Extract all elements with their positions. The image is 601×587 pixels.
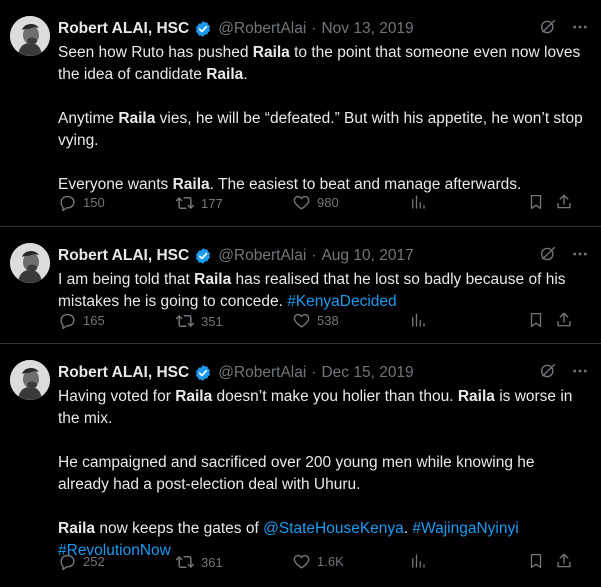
verified-badge-icon <box>194 364 212 382</box>
text-segment: . The easiest to beat and manage afterwa… <box>209 176 522 193</box>
retweet-button[interactable]: 351 <box>175 311 223 331</box>
tweet-date[interactable]: Dec 15, 2019 <box>321 364 413 382</box>
text-segment: I am being told that <box>58 271 195 288</box>
author-name[interactable]: Robert ALAI, HSC <box>58 364 189 382</box>
tweet-text: Having voted for Raila doesn’t make you … <box>58 386 587 562</box>
text-segment: now keeps the gates of <box>95 520 264 537</box>
retweet-icon <box>175 311 195 331</box>
share-icon <box>555 193 573 211</box>
tweet[interactable]: Robert ALAI, HSC @RobertAlai · Nov 13, 2… <box>0 0 601 227</box>
like-button[interactable]: 980 <box>292 193 339 212</box>
verified-badge-icon <box>194 247 212 265</box>
author-handle[interactable]: @RobertAlai <box>218 364 306 382</box>
tweet-text: Seen how Ruto has pushed Raila to the po… <box>58 42 587 196</box>
share-button[interactable] <box>555 193 573 211</box>
hashtag-link[interactable]: #KenyaDecided <box>287 293 396 310</box>
retweet-icon <box>175 552 195 572</box>
tweet-header: Robert ALAI, HSC @RobertAlai · Dec 15, 2… <box>58 362 589 384</box>
separator: · <box>311 364 317 381</box>
reply-count: 165 <box>83 313 105 328</box>
highlighted-keyword: Raila <box>58 520 96 537</box>
tweet-actions: 150 177 980 <box>58 193 589 217</box>
highlighted-keyword: Raila <box>457 388 495 405</box>
reply-icon <box>58 552 77 571</box>
reply-button[interactable]: 150 <box>58 193 105 212</box>
tweet-date[interactable]: Aug 10, 2017 <box>321 247 413 265</box>
share-icon <box>555 311 573 329</box>
retweet-count: 361 <box>201 554 223 570</box>
tweet-date[interactable]: Nov 13, 2019 <box>321 20 413 38</box>
author-name[interactable]: Robert ALAI, HSC <box>58 20 189 38</box>
bookmark-icon <box>527 552 545 570</box>
highlighted-keyword: Raila <box>175 388 213 405</box>
highlighted-keyword: Raila <box>172 176 210 193</box>
mention-link[interactable]: @StateHouseKenya <box>263 520 404 537</box>
avatar[interactable] <box>10 243 50 283</box>
separator: · <box>311 247 317 264</box>
more-icon[interactable] <box>571 18 589 41</box>
avatar[interactable] <box>10 360 50 400</box>
text-segment: Having voted for <box>58 388 176 405</box>
views-icon <box>409 552 427 570</box>
reply-button[interactable]: 252 <box>58 552 105 571</box>
tweet-actions: 252 361 1.6K <box>58 552 589 576</box>
bookmark-icon <box>527 193 545 211</box>
highlighted-keyword: Raila <box>206 66 244 83</box>
reply-icon <box>58 311 77 330</box>
heart-icon <box>292 311 311 330</box>
bookmark-button[interactable] <box>527 193 545 211</box>
text-segment: doesn’t make you holier than thou. <box>212 388 458 405</box>
views-button[interactable] <box>409 311 427 329</box>
share-button[interactable] <box>555 311 573 329</box>
grok-icon[interactable] <box>539 18 557 41</box>
grok-icon[interactable] <box>539 362 557 385</box>
grok-icon[interactable] <box>539 245 557 268</box>
retweet-count: 351 <box>201 313 223 329</box>
highlighted-keyword: Raila <box>194 271 232 288</box>
reply-icon <box>58 193 77 212</box>
highlighted-keyword: Raila <box>118 110 156 127</box>
retweet-icon <box>175 193 195 213</box>
hashtag-link[interactable]: #WajingaNyinyi <box>412 520 518 537</box>
tweet-text: I am being told that Raila has realised … <box>58 269 587 313</box>
author-handle[interactable]: @RobertAlai <box>218 20 306 38</box>
retweet-button[interactable]: 177 <box>175 193 223 213</box>
highlighted-keyword: Raila <box>252 44 290 61</box>
more-icon[interactable] <box>571 362 589 385</box>
reply-count: 150 <box>83 195 105 210</box>
like-count: 980 <box>317 195 339 210</box>
tweet-header: Robert ALAI, HSC @RobertAlai · Nov 13, 2… <box>58 18 589 40</box>
tweet-header: Robert ALAI, HSC @RobertAlai · Aug 10, 2… <box>58 245 589 267</box>
like-button[interactable]: 1.6K <box>292 552 344 571</box>
retweet-count: 177 <box>201 195 223 211</box>
tweet-actions: 165 351 538 <box>58 311 589 335</box>
bookmark-button[interactable] <box>527 311 545 329</box>
views-button[interactable] <box>409 193 427 211</box>
heart-icon <box>292 552 311 571</box>
heart-icon <box>292 193 311 212</box>
views-button[interactable] <box>409 552 427 570</box>
tweet[interactable]: Robert ALAI, HSC @RobertAlai · Aug 10, 2… <box>0 227 601 344</box>
views-icon <box>409 193 427 211</box>
reply-button[interactable]: 165 <box>58 311 105 330</box>
more-icon[interactable] <box>571 245 589 268</box>
bookmark-button[interactable] <box>527 552 545 570</box>
share-icon <box>555 552 573 570</box>
share-button[interactable] <box>555 552 573 570</box>
verified-badge-icon <box>194 20 212 38</box>
retweet-button[interactable]: 361 <box>175 552 223 572</box>
like-count: 1.6K <box>317 554 344 569</box>
author-name[interactable]: Robert ALAI, HSC <box>58 247 189 265</box>
views-icon <box>409 311 427 329</box>
tweet[interactable]: Robert ALAI, HSC @RobertAlai · Dec 15, 2… <box>0 344 601 587</box>
author-handle[interactable]: @RobertAlai <box>218 247 306 265</box>
separator: · <box>311 20 317 37</box>
text-segment: Seen how Ruto has pushed <box>58 44 253 61</box>
avatar[interactable] <box>10 16 50 56</box>
like-button[interactable]: 538 <box>292 311 339 330</box>
reply-count: 252 <box>83 554 105 569</box>
like-count: 538 <box>317 313 339 328</box>
bookmark-icon <box>527 311 545 329</box>
